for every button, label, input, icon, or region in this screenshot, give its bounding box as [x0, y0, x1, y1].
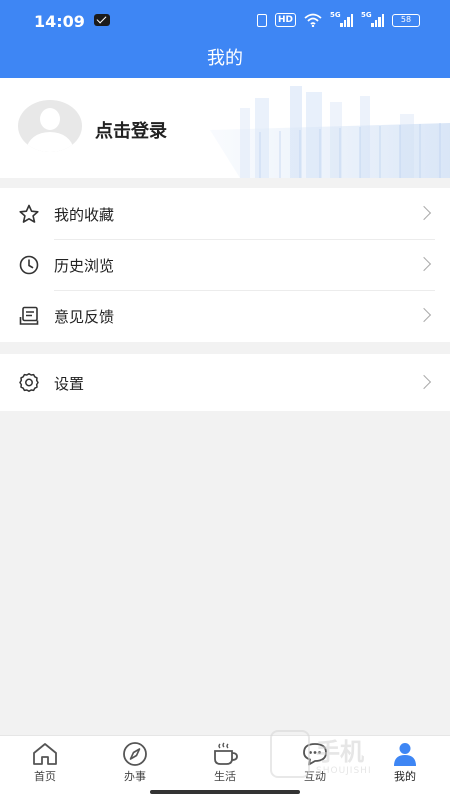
avatar[interactable] — [18, 100, 82, 152]
chevron-right-icon — [416, 205, 432, 221]
menu-item-history[interactable]: 历史浏览 — [0, 239, 450, 291]
signal-icon-1: 5G — [330, 10, 353, 27]
menu-item-favorites[interactable]: 我的收藏 — [0, 188, 450, 240]
status-time: 14:09 — [34, 12, 85, 31]
menu-group-settings: 设置 — [0, 354, 450, 411]
coffee-icon — [214, 742, 238, 765]
nav-label: 生活 — [214, 770, 236, 783]
star-icon — [19, 204, 39, 223]
top-bar: 14:09 HD 5G 5G 58 我的 — [0, 0, 450, 78]
message-notification-icon — [94, 14, 110, 26]
home-icon — [33, 743, 57, 765]
compass-icon — [123, 742, 147, 766]
menu-item-settings[interactable]: 设置 — [0, 357, 450, 409]
menu-item-label: 历史浏览 — [54, 257, 115, 275]
system-icons: HD 5G 5G 58 — [256, 10, 420, 28]
menu-group-main: 我的收藏 历史浏览 意见反馈 — [0, 188, 450, 342]
signal-type-2: 5G — [361, 10, 372, 19]
feedback-icon — [19, 306, 39, 325]
nav-label: 办事 — [124, 770, 146, 783]
signal-icon-2: 5G — [361, 10, 384, 27]
watermark: 手机 SHOUJISHI — [270, 728, 420, 782]
menu-item-feedback[interactable]: 意见反馈 — [0, 290, 450, 342]
profile-card[interactable]: 点击登录 — [0, 78, 450, 178]
watermark-subtext: SHOUJISHI — [316, 766, 372, 776]
clock-icon — [19, 255, 39, 275]
chevron-right-icon — [416, 307, 432, 323]
chevron-right-icon — [416, 374, 432, 390]
nav-label: 首页 — [34, 770, 56, 783]
login-label[interactable]: 点击登录 — [95, 117, 167, 143]
menu-item-label: 我的收藏 — [54, 206, 115, 224]
home-indicator[interactable] — [150, 790, 300, 794]
nav-tab-home[interactable]: 首页 — [0, 736, 90, 800]
battery-icon: 58 — [392, 13, 420, 27]
gear-icon — [19, 373, 39, 392]
menu-item-label: 设置 — [54, 375, 85, 393]
hd-icon: HD — [274, 13, 296, 27]
chevron-right-icon — [416, 256, 432, 272]
wifi-icon — [304, 13, 322, 27]
page-title: 我的 — [207, 48, 243, 69]
signal-type-1: 5G — [330, 10, 341, 19]
skyline-decoration — [210, 86, 450, 178]
vibrate-icon — [256, 13, 267, 27]
menu-item-label: 意见反馈 — [54, 308, 115, 326]
watermark-text: 手机 — [316, 738, 364, 766]
status-bar: 14:09 HD 5G 5G 58 — [0, 0, 450, 40]
